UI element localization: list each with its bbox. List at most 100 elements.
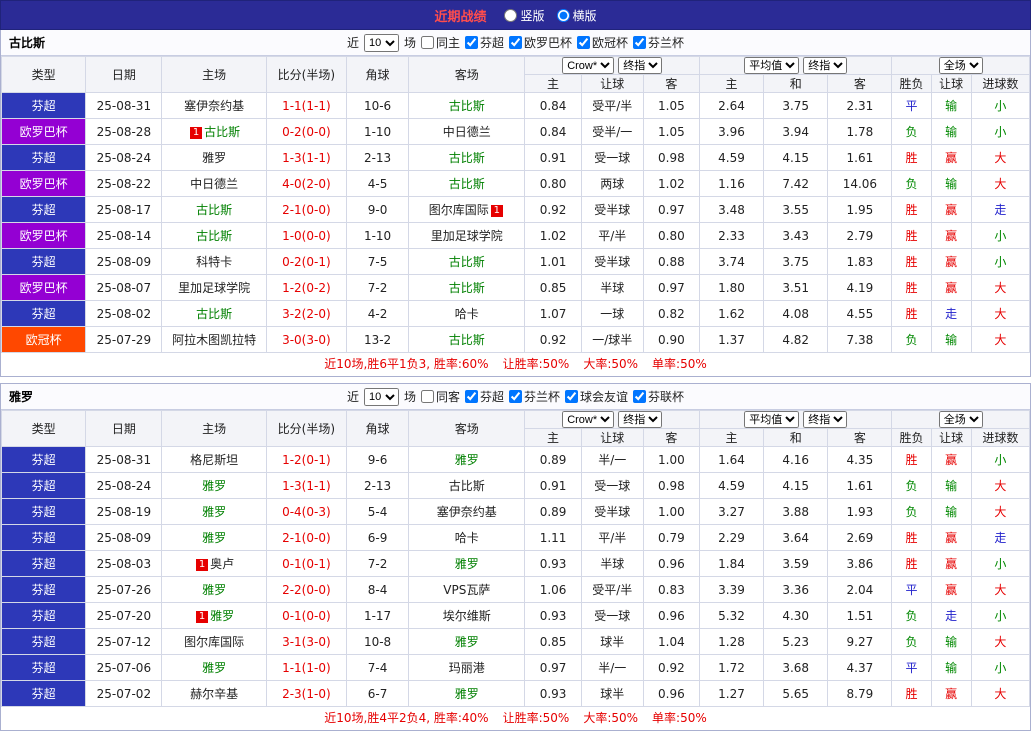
layout-option-vertical[interactable]: 竖版 [504,7,545,24]
home-team-name: 古比斯 [204,125,241,139]
score-cell: 1-3(1-1) [265,144,347,171]
home-team-cell: 雅罗 [161,498,267,525]
games-label: 场 [403,390,416,404]
asian-odds-cell: 受平/半 [580,92,644,119]
competition-checkbox[interactable] [633,36,647,49]
match-count-select[interactable]: 10 [363,387,399,406]
corner-cell: 1-10 [345,222,410,249]
same-venue-filter[interactable]: 同主 [420,34,460,51]
league-badge: 欧罗巴杯 [0,170,87,197]
result-cell: 负 [891,628,932,655]
match-date: 25-08-28 [85,118,163,145]
result-cell: 小 [970,118,1031,145]
match-date: 25-07-29 [85,326,163,353]
competition-filter[interactable]: 球会友谊 [565,388,628,405]
competition-filter[interactable]: 芬兰杯 [509,388,560,405]
euro-odds-cell: 3.88 [763,498,829,525]
league-badge: 芬超 [0,680,87,707]
summary-line: 近10场,胜6平1负3, 胜率:60% 让胜率:50% 大率:50% 单率:50% [1,353,1030,376]
home-team-name: 塞伊奈约基 [184,99,245,113]
competition-filter[interactable]: 芬超 [464,388,504,405]
league-badge: 芬超 [0,524,87,551]
competition-checkbox[interactable] [464,390,478,403]
bookmaker-select[interactable]: Crow* [562,57,615,74]
home-team-name: 雅罗 [202,151,227,165]
column-subheader: 主 [698,428,765,447]
horizontal-layout-radio[interactable] [556,8,570,22]
euro-odds-time-select[interactable]: 终指 [803,57,848,74]
period-select[interactable]: 全场 [938,411,983,428]
home-team-cell: 图尔库国际 [161,628,267,655]
match-row: 欧冠杯 25-07-29 阿拉木图凯拉特 3-0(3-0) 13-2 古比斯 0.92 一/球… [0,326,1031,353]
euro-odds-cell: 2.69 [827,524,893,551]
match-row: 欧罗巴杯 25-08-22 中日德兰 4-0(2-0) 4-5 古比斯 0.80 两球 1.02… [0,170,1031,197]
result-cell: 大 [970,326,1031,353]
euro-odds-cell: 5.65 [763,680,829,707]
league-badge: 芬超 [0,628,87,655]
league-badge: 芬超 [0,498,87,525]
column-subheader: 进球数 [970,74,1031,93]
result-cell: 输 [930,170,972,197]
result-cell: 负 [891,498,932,525]
filter-bar: 近 10 场 同主 芬超 欧罗巴杯 欧冠杯 芬兰杯 [347,33,684,52]
competition-filter[interactable]: 芬超 [464,34,504,51]
asian-odds-cell: 1.01 [524,248,582,275]
euro-odds-time-select[interactable]: 终指 [803,411,848,428]
asian-odds-cell: 0.90 [642,326,700,353]
corner-cell: 7-2 [345,274,410,301]
competition-checkbox[interactable] [509,36,522,49]
competition-checkbox[interactable] [565,390,579,403]
results-table: 类型 日期 主场 比分(半场) 角球 客场 Crow* 终指 平均值 终指 全场主让球客主和客胜负让… [0,56,1031,353]
asian-odds-cell: 0.97 [524,654,582,681]
euro-odds-cell: 2.04 [827,576,893,603]
layout-option-horizontal[interactable]: 横版 [556,7,597,24]
euro-odds-cell: 4.15 [763,144,829,171]
league-badge: 芬超 [0,248,87,275]
column-subheader: 让球 [580,74,644,93]
competition-checkbox[interactable] [577,36,591,49]
result-cell: 走 [970,524,1031,551]
competition-checkbox[interactable] [509,390,522,403]
same-venue-checkbox[interactable] [420,390,434,403]
euro-odds-cell: 1.95 [827,196,893,223]
vertical-layout-radio[interactable] [504,8,518,22]
column-subheader: 客 [642,74,700,93]
competition-checkbox[interactable] [633,390,647,403]
period-select[interactable]: 全场 [938,57,983,74]
euro-average-select[interactable]: 平均值 [744,411,800,428]
same-venue-filter[interactable]: 同客 [420,388,460,405]
result-cell: 小 [970,446,1031,473]
home-team-cell: 古比斯 [161,222,267,249]
same-venue-checkbox[interactable] [420,36,434,49]
asian-odds-time-select[interactable]: 终指 [618,411,663,428]
euro-odds-cell: 1.84 [698,550,765,577]
competition-filter[interactable]: 芬兰杯 [633,34,684,51]
euro-odds-header: 平均值 终指 [698,56,893,75]
bookmaker-select[interactable]: Crow* [562,411,615,428]
column-header-corner: 角球 [345,410,410,447]
league-badge: 芬超 [0,602,87,629]
competition-filter[interactable]: 芬联杯 [633,388,684,405]
competition-label: 球会友谊 [580,390,629,404]
competition-checkbox[interactable] [464,36,478,49]
competition-filter[interactable]: 欧冠杯 [577,34,628,51]
competition-filter[interactable]: 欧罗巴杯 [509,34,572,51]
match-row: 欧罗巴杯 25-08-07 里加足球学院 1-2(0-2) 7-2 古比斯 0.85 半球 0.… [0,274,1031,301]
result-cell: 赢 [930,576,972,603]
column-subheader: 客 [827,74,893,93]
away-team-name: 古比斯 [448,99,485,113]
euro-odds-cell: 3.75 [763,248,829,275]
euro-odds-cell: 4.55 [827,300,893,327]
asian-odds-cell: 0.98 [642,144,700,171]
result-cell: 输 [930,498,972,525]
match-count-select[interactable]: 10 [363,33,399,52]
result-cell: 走 [930,300,972,327]
euro-odds-cell: 4.37 [827,654,893,681]
asian-odds-time-select[interactable]: 终指 [618,57,663,74]
home-team-cell: 古比斯 [161,196,267,223]
away-team-name: 雅罗 [454,453,479,467]
euro-average-select[interactable]: 平均值 [744,57,800,74]
home-team-cell: 雅罗 [161,576,267,603]
asian-odds-cell: 0.93 [524,680,582,707]
column-header-away: 客场 [408,56,526,93]
